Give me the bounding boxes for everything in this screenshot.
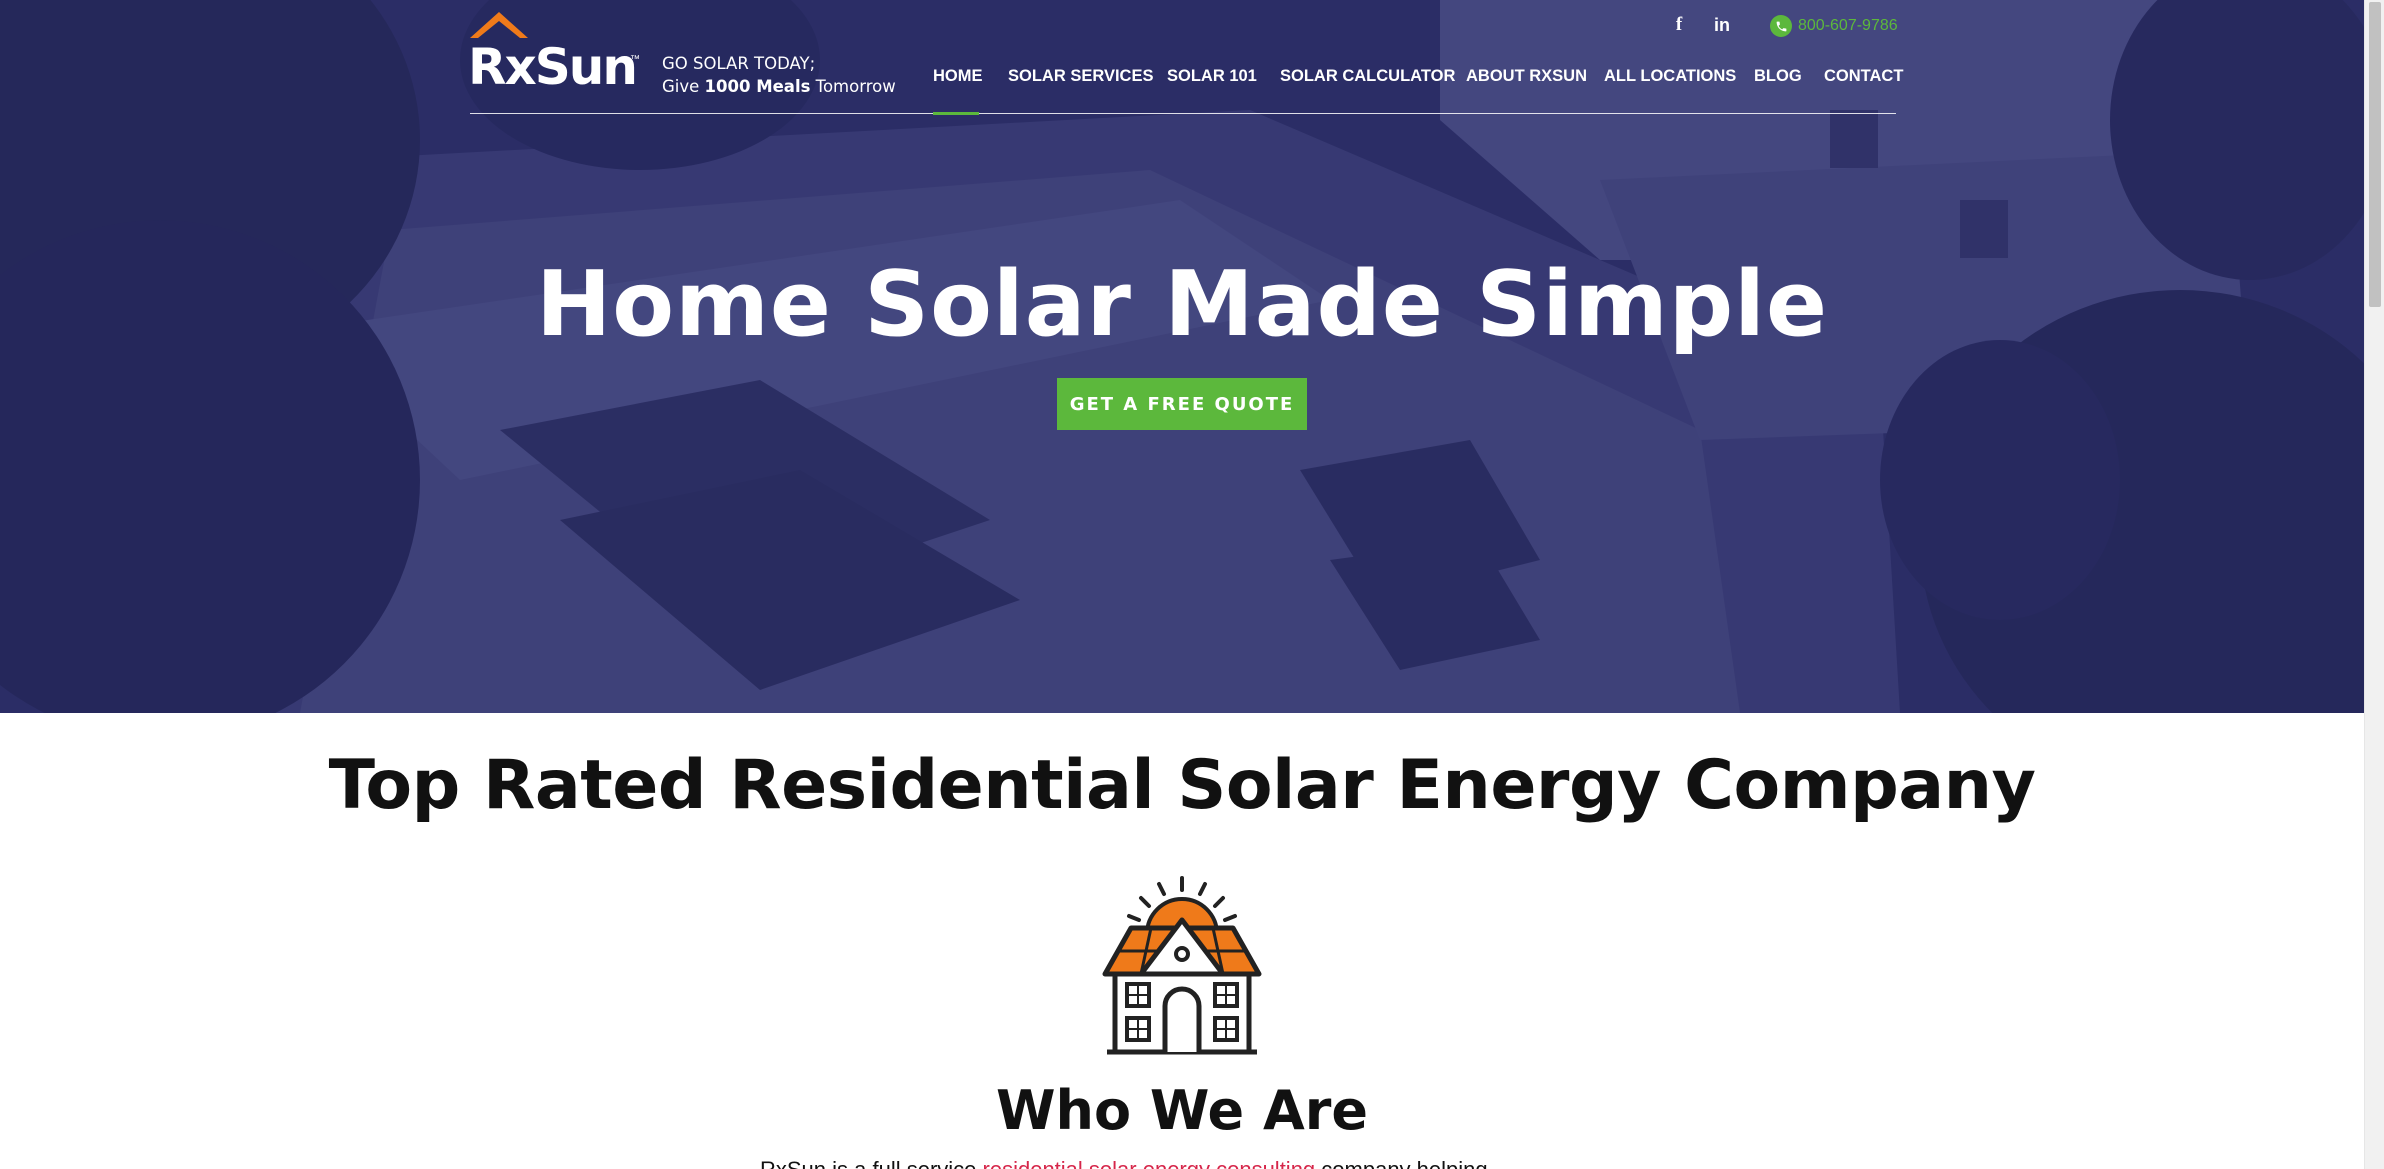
linkedin-icon[interactable]: in [1710,14,1734,36]
main-nav: HOME SOLAR SERVICES SOLAR 101 SOLAR CALC… [0,66,2364,90]
who-we-are-title: Who We Are [995,1079,1368,1142]
page-scrollbar[interactable] [2364,0,2384,1169]
get-free-quote-button[interactable]: GET A FREE QUOTE [1057,378,1307,430]
house-sun-icon [1102,876,1262,1055]
nav-item-blog[interactable]: BLOG [1754,66,1802,86]
hero-title: Home Solar Made Simple [535,252,1829,357]
nav-item-solar-calculator[interactable]: SOLAR CALCULATOR [1280,66,1455,86]
nav-item-home[interactable]: HOME [933,66,983,86]
residential-solar-consulting-link[interactable]: residential solar energy consulting [983,1157,1316,1169]
nav-active-indicator [933,112,979,115]
nav-item-contact[interactable]: CONTACT [1824,66,1903,86]
facebook-icon[interactable]: f [1669,14,1689,36]
nav-item-solar-services[interactable]: SOLAR SERVICES [1008,66,1153,86]
section-title: Top Rated Residential Solar Energy Compa… [328,746,2036,825]
hero-section: RxSun ™ GO SOLAR TODAY; Give 1000 Meals … [0,0,2364,713]
phone-number: 800-607-9786 [1798,17,1898,34]
header-divider [470,113,1896,114]
logo-trademark: ™ [630,54,640,65]
phone-icon [1770,15,1792,37]
nav-item-all-locations[interactable]: ALL LOCATIONS [1604,66,1736,86]
intro-paragraph: RxSun is a full service residential sola… [760,1155,1604,1169]
phone-link[interactable]: 800-607-9786 [1770,15,1898,37]
nav-item-solar-101[interactable]: SOLAR 101 [1167,66,1257,86]
nav-item-about-rxsun[interactable]: ABOUT RXSUN [1466,66,1587,86]
scrollbar-thumb[interactable] [2369,2,2381,307]
